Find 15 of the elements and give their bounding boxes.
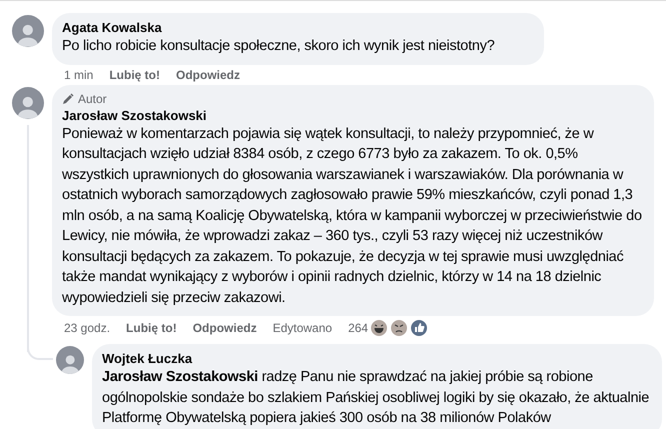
comment-text: Jarosław Szostakowski radzę Panu nie sprawdzać na jakiej próbie są robione ogólnopolskie sondaże bo szlakiem Pańskiej osobliwej logiki by się okazało, że aktualnie Platformę Obywatelską popiera jakieś 300 osób na 38 milionów Polaków — [102, 368, 650, 428]
like-link[interactable]: Lubię to! — [126, 321, 177, 335]
author-label: Autor — [78, 90, 107, 106]
like-link[interactable]: Lubię to! — [109, 68, 160, 82]
reaction-count[interactable]: 264 — [348, 321, 368, 335]
edited-label: Edytowano — [272, 321, 332, 335]
reply-link[interactable]: Odpowiedz — [192, 321, 257, 335]
reply-link[interactable]: Odpowiedz — [176, 68, 240, 82]
commenter-name[interactable]: Jarosław Szostakowski — [62, 106, 648, 124]
comment-text: Ponieważ w komentarzach pojawia się wątek konsultacji, to należy przypomnieć, że w konsultacjach wzięło udział 8384 osób, z czego 6773 było za zakazem. To ok. 0,5% wszystkich uprawnionych do głosowania warszawianek i warszawiaków. Dla porównania w ostatnich wyborach samorządowych zagłosowało prawie 59% mieszkańców, czyli ponad 1,3 mln osób, a na samą Koalicję Obywatelską, która w kampanii wyborczej w przeciwieństwie do Lewicy, nie mówiła, że wprowadzi zakaz – 360 tys., czyli 53 razy więcej niż uczestników konsultacji będących za zakazem. To pokazuje, że decyzja w tej sprawie musi uwzględniać także mandat wynikający z wyborów i opinii radnych dzielnic, którzy w 14 na 18 dzielnic wypowiedzieli się przeciw zakazowi. — [62, 124, 643, 308]
comment-text: Po licho robicie konsultacje społeczne, skoro ich wynik jest nieistotny? — [62, 37, 496, 56]
commenter-name[interactable]: Wojtek Łuczka — [102, 350, 656, 367]
comment-time[interactable]: 1 min — [64, 68, 94, 82]
comment-time[interactable]: 23 godz. — [64, 321, 110, 335]
commenter-name[interactable]: Agata Kowalska — [62, 19, 538, 36]
